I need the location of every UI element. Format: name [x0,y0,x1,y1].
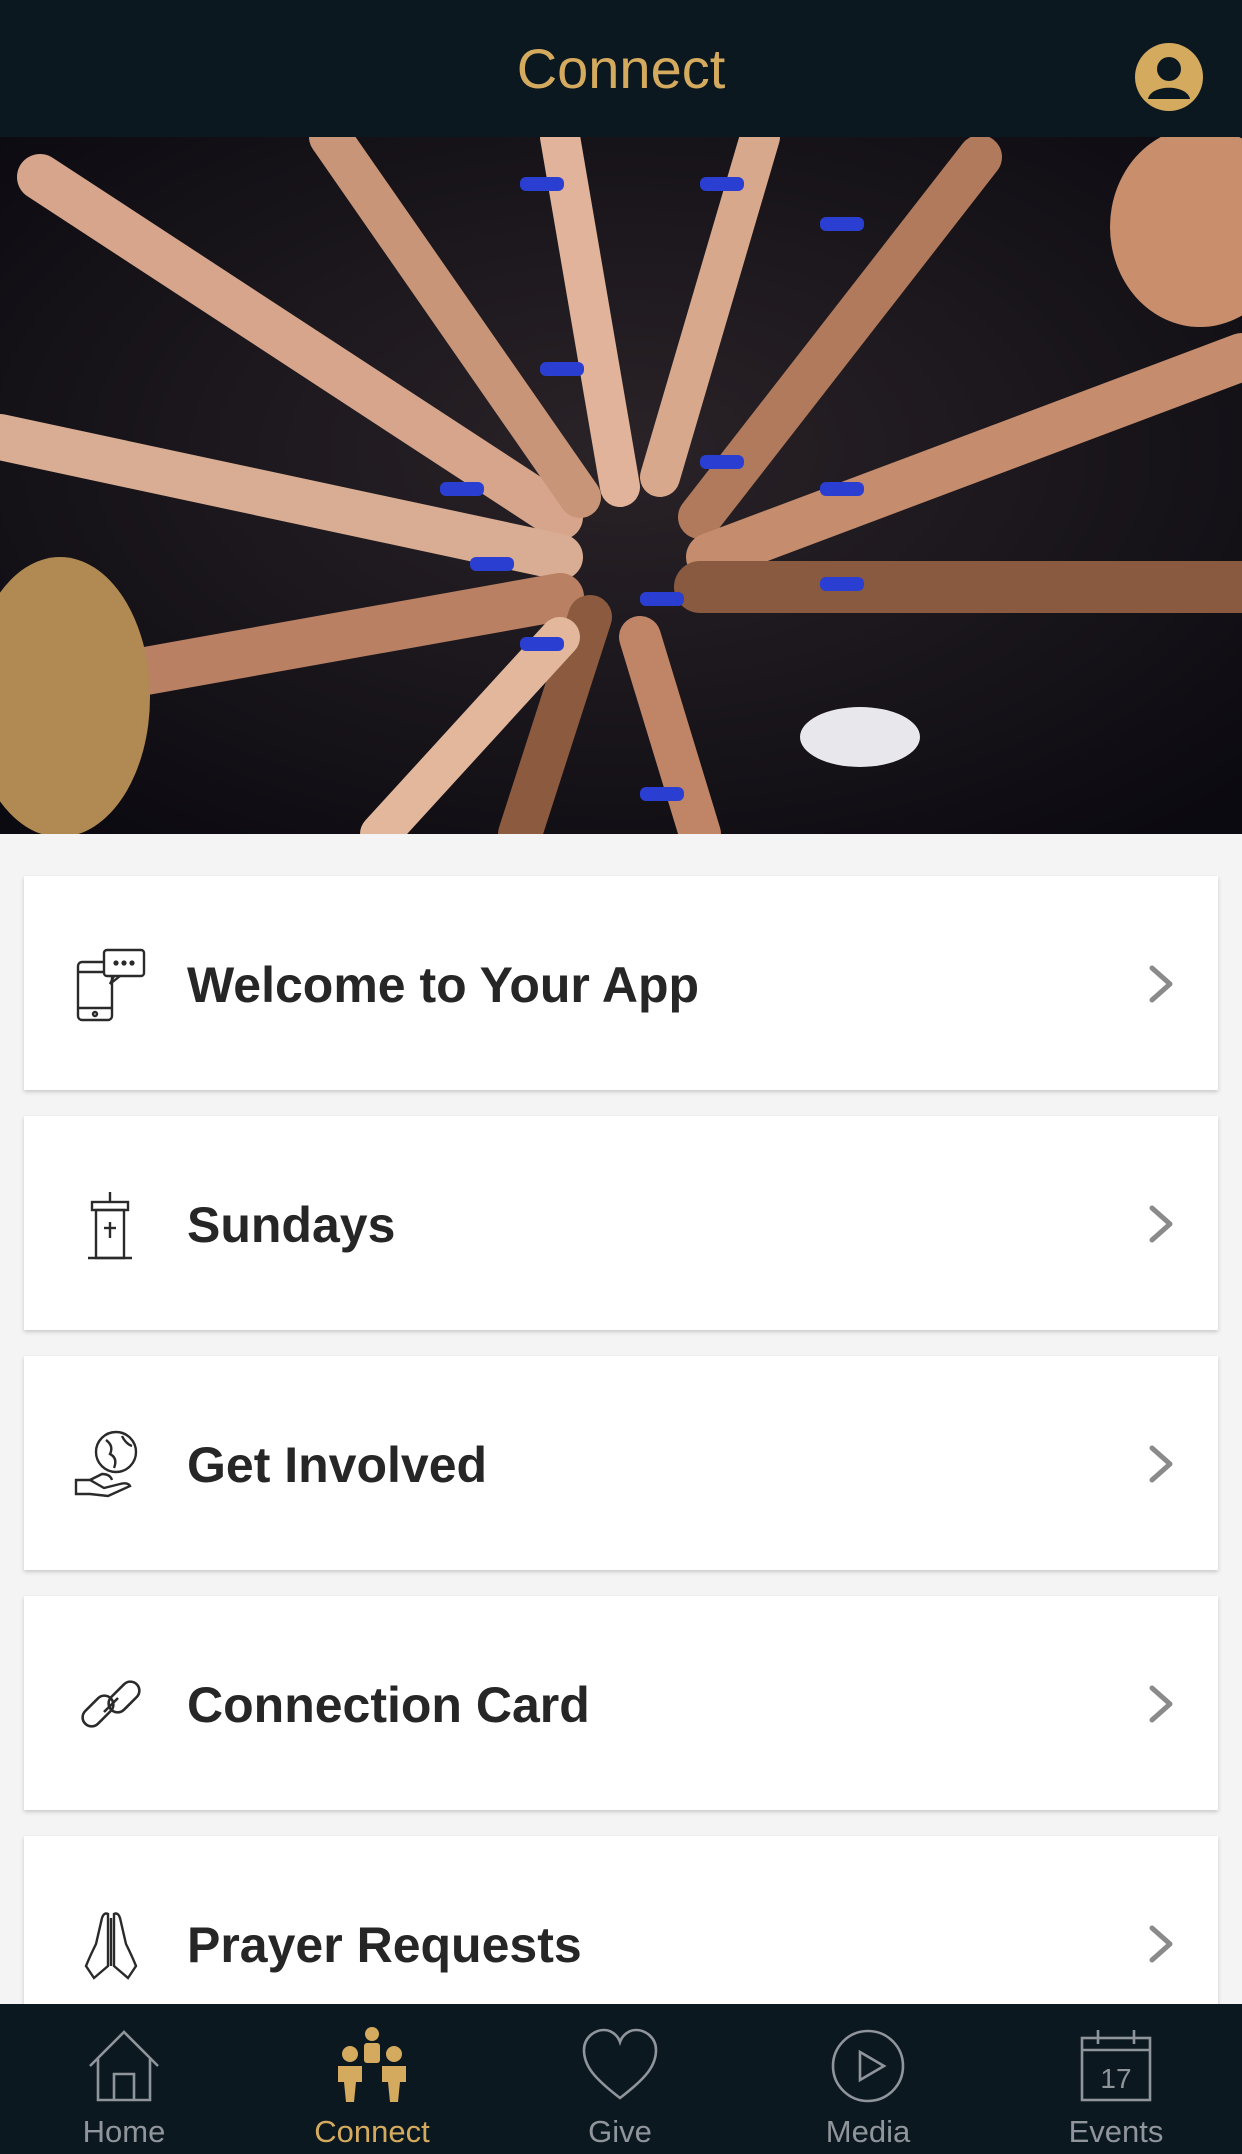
globe-hand-icon [74,1430,138,1498]
top-nav-bar: Connect [0,0,1242,137]
page-title: Connect [516,37,726,100]
menu-item-label: Connection Card [187,1677,590,1733]
tab-media[interactable]: Media [744,2004,992,2154]
link-icon [81,1680,141,1728]
people-icon [338,2027,406,2102]
phone-chat-icon [76,948,146,1022]
calendar-day: 17 [1100,2063,1131,2094]
pulpit-icon [88,1192,132,1260]
chevron-right-icon [1149,1685,1173,1723]
bottom-tab-bar: Home Connect Give Media 17 Events [0,2004,1242,2154]
home-icon [89,2030,159,2102]
tab-label: Home [82,2114,166,2149]
tab-label: Connect [314,2114,430,2149]
chevron-right-icon [1149,965,1173,1003]
heart-icon [582,2028,658,2100]
menu-item-welcome[interactable]: Welcome to Your App [24,876,1218,1090]
menu-item-connection-card[interactable]: Connection Card [24,1596,1218,1810]
calendar-icon: 17 [1080,2030,1152,2102]
menu-item-label: Get Involved [187,1437,488,1493]
menu-item-label: Prayer Requests [187,1917,582,1973]
menu-item-sundays[interactable]: Sundays [24,1116,1218,1330]
tab-label: Events [1068,2114,1164,2149]
profile-button[interactable] [1134,42,1204,112]
menu-item-get-involved[interactable]: Get Involved [24,1356,1218,1570]
chevron-right-icon [1149,1925,1173,1963]
menu-item-label: Welcome to Your App [187,957,700,1013]
chevron-right-icon [1149,1205,1173,1243]
menu-list: Welcome to Your App Sundays Get Involved [24,876,1218,2076]
tab-give[interactable]: Give [496,2004,744,2154]
tab-label: Media [825,2114,911,2149]
tab-events[interactable]: 17 Events [992,2004,1240,2154]
tab-connect[interactable]: Connect [248,2004,496,2154]
praying-hands-icon [84,1912,138,1980]
chevron-right-icon [1149,1445,1173,1483]
tab-label: Give [588,2114,652,2149]
play-icon [831,2029,905,2103]
profile-icon [1135,43,1203,111]
menu-item-label: Sundays [187,1197,396,1253]
hero-image [0,137,1242,834]
tab-home[interactable]: Home [0,2004,248,2154]
